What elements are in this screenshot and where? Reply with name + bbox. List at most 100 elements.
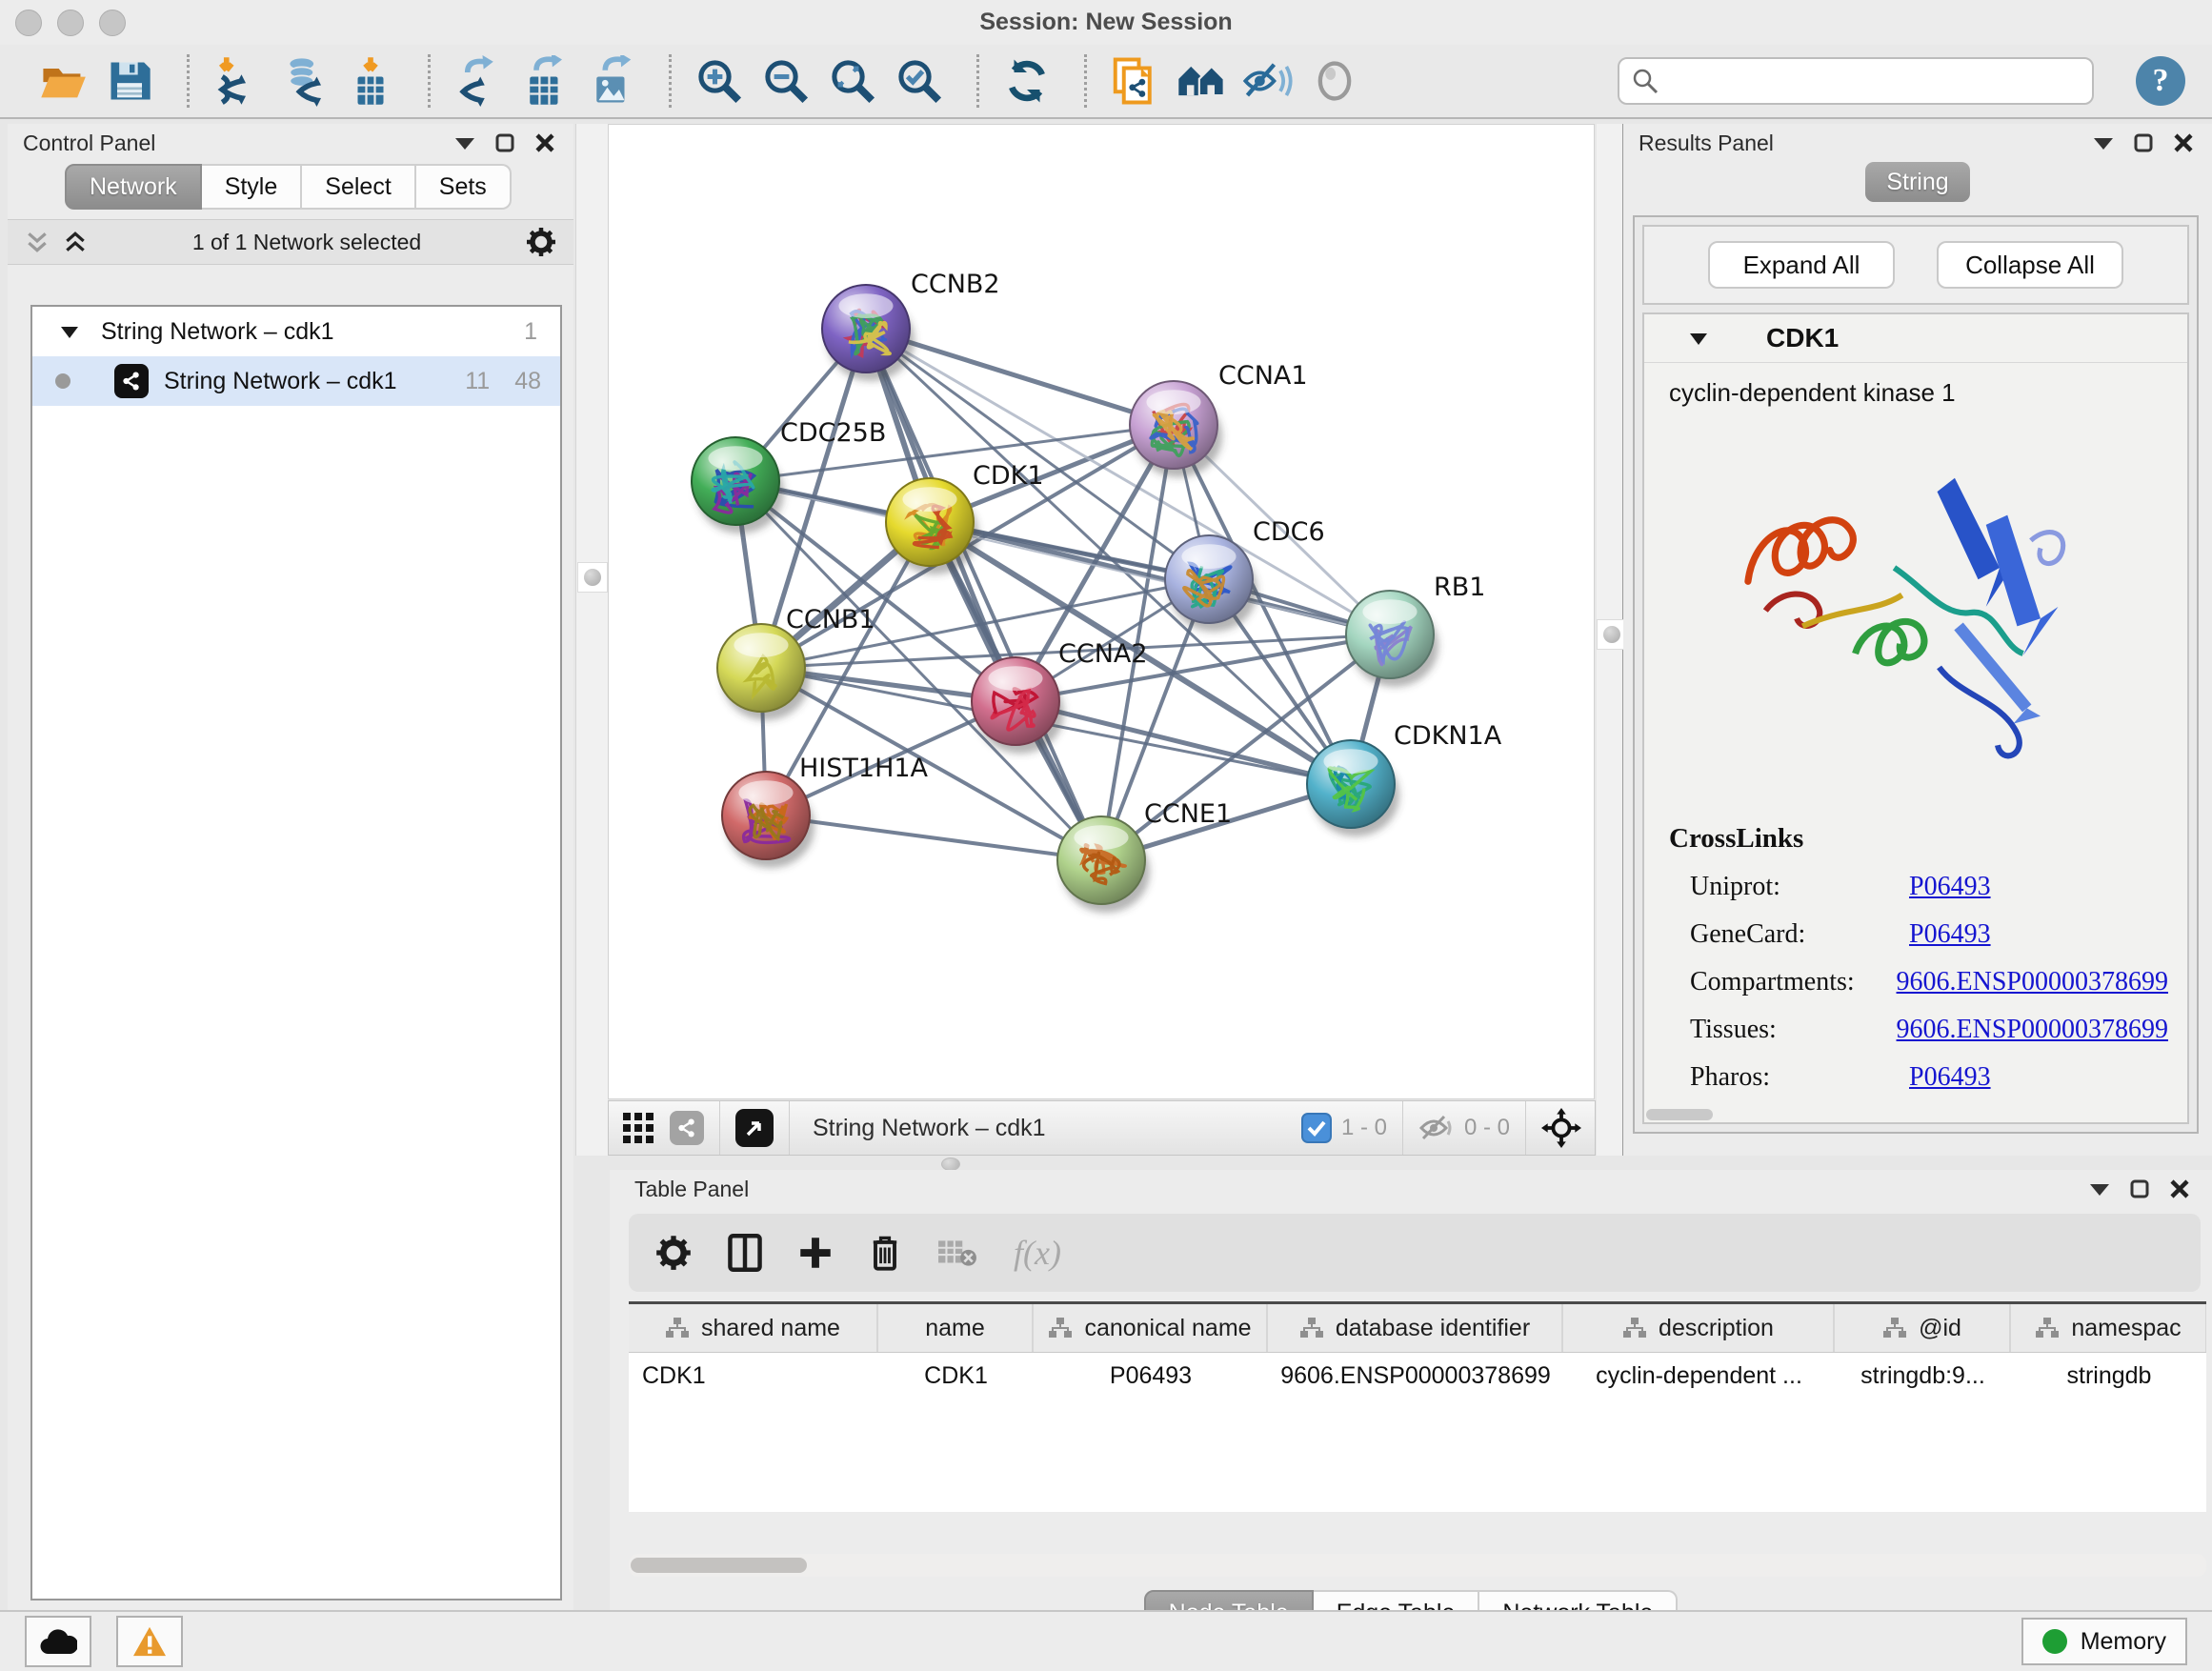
delete-column-icon[interactable] <box>869 1234 901 1272</box>
node-CDC25B[interactable]: CDC25B <box>692 418 886 534</box>
table-gear-icon[interactable] <box>655 1235 692 1271</box>
help-button[interactable]: ? <box>2136 56 2185 106</box>
panel-menu-icon[interactable] <box>455 136 474 150</box>
column-header-name[interactable]: name <box>878 1304 1034 1352</box>
close-panel-icon[interactable] <box>2174 133 2193 152</box>
show-columns-icon[interactable] <box>728 1234 762 1272</box>
column-header-description[interactable]: description <box>1563 1304 1835 1352</box>
tab-style[interactable]: Style <box>202 164 303 210</box>
panel-menu-icon[interactable] <box>2090 1182 2109 1196</box>
gene-section-header[interactable]: CDK1 <box>1644 314 2187 362</box>
expand-all-button[interactable]: Expand All <box>1708 241 1895 289</box>
table-cell[interactable]: cyclin-dependent ... <box>1563 1353 1835 1399</box>
clone-network-button[interactable] <box>1106 52 1163 110</box>
node-CDK1[interactable]: CDK1 <box>886 461 1044 574</box>
zoom-out-button[interactable] <box>757 52 814 110</box>
save-session-button[interactable] <box>101 52 158 110</box>
import-database-button[interactable] <box>275 52 332 110</box>
search-input[interactable] <box>1669 67 2092 95</box>
column-header-database-identifier[interactable]: database identifier <box>1268 1304 1563 1352</box>
table-cell[interactable]: CDK1 <box>629 1353 878 1399</box>
string-badge-icon[interactable] <box>670 1111 704 1145</box>
show-panel-button[interactable] <box>1306 52 1363 110</box>
panel-menu-icon[interactable] <box>2094 136 2113 150</box>
node-CCNA1[interactable]: CCNA1 <box>1130 361 1308 477</box>
tab-string-results[interactable]: String <box>1865 162 1970 202</box>
collapse-all-networks-icon[interactable] <box>63 230 88 254</box>
table-cell[interactable]: stringdb:9... <box>1835 1353 2011 1399</box>
float-panel-icon[interactable] <box>2130 1179 2149 1198</box>
tab-sets[interactable]: Sets <box>416 164 512 210</box>
tab-network[interactable]: Network <box>65 164 202 210</box>
memory-button[interactable]: Memory <box>2021 1618 2187 1665</box>
grid-view-icon[interactable] <box>622 1112 654 1144</box>
horizontal-splitter[interactable] <box>575 1156 2212 1170</box>
table-cell[interactable]: P06493 <box>1034 1353 1268 1399</box>
cloud-status-button[interactable] <box>25 1616 91 1667</box>
center-view-target-icon[interactable] <box>1541 1108 1581 1148</box>
collapse-all-button[interactable]: Collapse All <box>1937 241 2123 289</box>
zoom-selected-button[interactable] <box>891 52 948 110</box>
network-collection-row[interactable]: String Network – cdk1 1 <box>32 307 560 356</box>
node-CDKN1A[interactable]: CDKN1A <box>1307 721 1502 836</box>
results-hscroll-thumb[interactable] <box>1646 1109 1713 1120</box>
splitter-grip[interactable] <box>941 1158 960 1171</box>
function-builder-icon[interactable]: f(x) <box>1014 1233 1061 1273</box>
crosslink-link[interactable]: P06493 <box>1909 1062 1991 1093</box>
crosslink-label: Uniprot: <box>1690 872 1909 902</box>
delete-table-icon[interactable] <box>937 1237 977 1269</box>
node-HIST1H1A[interactable]: HIST1H1A <box>722 754 929 868</box>
column-header-shared-name[interactable]: shared name <box>629 1304 878 1352</box>
network-options-gear-icon[interactable] <box>526 227 556 257</box>
column-header-namespac[interactable]: namespac <box>2011 1304 2206 1352</box>
houses-button[interactable] <box>1173 52 1230 110</box>
import-network-button[interactable] <box>209 52 266 110</box>
refresh-button[interactable] <box>998 52 1056 110</box>
network-row-selected[interactable]: String Network – cdk1 11 48 <box>32 356 560 406</box>
table-hscrollbar[interactable] <box>629 1554 2206 1577</box>
hide-panel-button[interactable] <box>1239 52 1297 110</box>
tab-select[interactable]: Select <box>302 164 415 210</box>
table-row[interactable]: CDK1CDK1P064939606.ENSP00000378699cyclin… <box>629 1353 2206 1399</box>
float-panel-icon[interactable] <box>2134 133 2153 152</box>
export-image-button[interactable] <box>583 52 640 110</box>
expand-all-networks-icon[interactable] <box>25 230 50 254</box>
column-label: canonical name <box>1084 1315 1251 1342</box>
add-column-icon[interactable] <box>798 1236 833 1270</box>
warnings-button[interactable] <box>116 1616 183 1667</box>
birdseye-view-icon[interactable] <box>735 1109 774 1147</box>
column-header-canonical-name[interactable]: canonical name <box>1034 1304 1268 1352</box>
crosslink-link[interactable]: 9606.ENSP00000378699 <box>1897 1015 2168 1045</box>
table-cell[interactable]: 9606.ENSP00000378699 <box>1268 1353 1563 1399</box>
float-panel-icon[interactable] <box>495 133 514 152</box>
crosslink-link[interactable]: P06493 <box>1909 872 1991 902</box>
string-network-graph[interactable]: CCNB2CCNA1CDC25BCDK1CDC6RB1CCNB1CCNA2CDK… <box>609 125 1594 1098</box>
toolbar-search[interactable] <box>1618 57 2094 105</box>
selected-checkbox-icon[interactable] <box>1301 1113 1332 1143</box>
edge-HIST1H1A-CCNE1[interactable] <box>766 815 1101 860</box>
section-expander-icon[interactable] <box>1690 332 1707 345</box>
zoom-fit-button[interactable] <box>824 52 881 110</box>
splitter-grip[interactable] <box>577 562 608 593</box>
crosslinks-list: Uniprot:P06493GeneCard:P06493Compartment… <box>1663 872 2168 1093</box>
import-table-button[interactable] <box>342 52 399 110</box>
export-network-button[interactable] <box>450 52 507 110</box>
node-RB1[interactable]: RB1 <box>1346 573 1485 687</box>
crosslink-link[interactable]: P06493 <box>1909 919 1991 950</box>
column-header--id[interactable]: @id <box>1835 1304 2011 1352</box>
close-panel-icon[interactable] <box>535 133 554 152</box>
export-table-button[interactable] <box>516 52 573 110</box>
crosslink-row: Compartments:9606.ENSP00000378699 <box>1690 967 2168 997</box>
open-session-button[interactable] <box>34 52 91 110</box>
hidden-eye-icon[interactable] <box>1418 1113 1455 1143</box>
collection-expander-icon[interactable] <box>61 326 78 338</box>
table-hscroll-thumb[interactable] <box>631 1558 807 1573</box>
hidden-count: 0 - 0 <box>1464 1115 1510 1141</box>
table-cell[interactable]: CDK1 <box>878 1353 1034 1399</box>
crosslink-link[interactable]: 9606.ENSP00000378699 <box>1897 967 2168 997</box>
network-canvas[interactable]: CCNB2CCNA1CDC25BCDK1CDC6RB1CCNB1CCNA2CDK… <box>608 124 1595 1099</box>
gene-section: CDK1 cyclin-dependent kinase 1 <box>1642 312 2189 1124</box>
close-panel-icon[interactable] <box>2170 1179 2189 1198</box>
zoom-in-button[interactable] <box>691 52 748 110</box>
table-cell[interactable]: stringdb <box>2011 1353 2206 1399</box>
